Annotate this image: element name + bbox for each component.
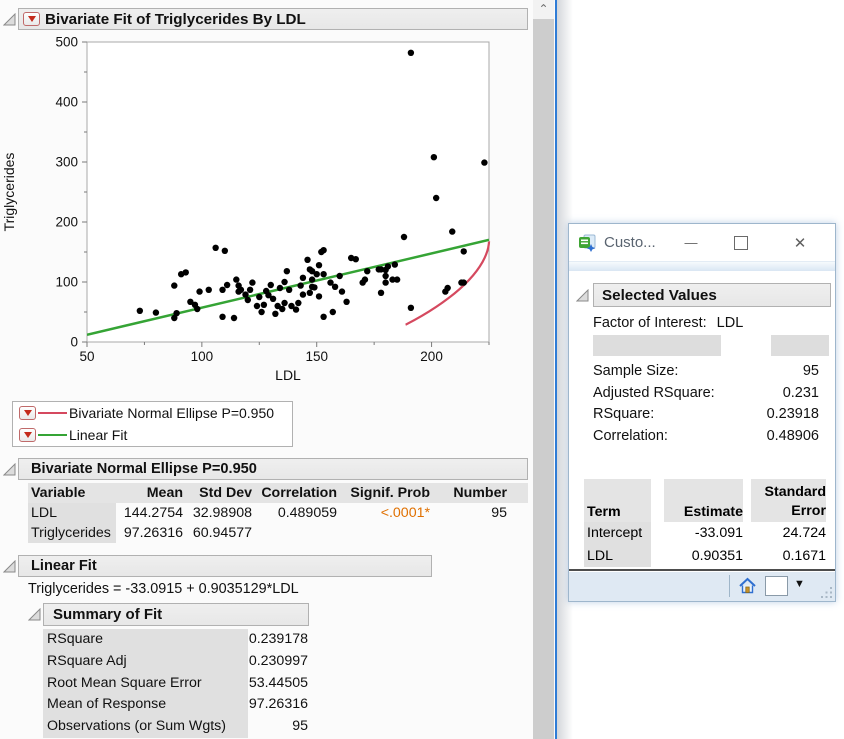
summary-of-fit-table: RSquare 0.239178 RSquare Adj 0.230997 Ro…	[43, 629, 308, 738]
close-icon: ✕	[794, 234, 807, 252]
legend-row-linear: Linear Fit	[13, 424, 292, 446]
table-row: LDL 0.90351 0.1671	[584, 545, 826, 568]
resize-grip[interactable]	[821, 587, 833, 599]
empty-header-cell	[593, 335, 721, 356]
svg-text:50: 50	[79, 349, 94, 364]
maximize-icon	[734, 236, 748, 250]
table-row: Intercept -33.091 24.724	[584, 522, 826, 545]
jmp-app-icon	[578, 234, 596, 252]
swatch-dropdown-caret[interactable]: ▼	[794, 578, 805, 590]
scrollbar-thumb[interactable]	[533, 19, 554, 739]
red-triangle-icon	[24, 432, 32, 438]
linear-fit-section-bar[interactable]: Linear Fit	[18, 555, 432, 577]
maximize-button[interactable]	[724, 224, 758, 261]
col-header-signif-prob: Signif. Prob	[337, 483, 430, 503]
legend-label: Bivariate Normal Ellipse P=0.950	[69, 405, 274, 421]
disclosure-triangle-icon[interactable]	[576, 289, 589, 302]
ellipse-stats-table: Variable Mean Std Dev Correlation Signif…	[28, 483, 528, 543]
legend-label: Linear Fit	[69, 427, 127, 443]
window-title: Custo...	[604, 234, 656, 251]
swatch-button[interactable]	[765, 576, 788, 596]
svg-text:Triglycerides: Triglycerides	[1, 153, 17, 232]
factor-label: Factor of Interest:	[593, 315, 707, 331]
svg-text:100: 100	[55, 275, 78, 290]
disclosure-triangle-icon[interactable]	[28, 608, 41, 621]
svg-text:300: 300	[55, 155, 78, 170]
term-table-header: Term Estimate Standard Error	[584, 479, 826, 522]
svg-text:400: 400	[55, 95, 78, 110]
term-table: Term Estimate Standard Error Intercept -…	[584, 479, 826, 567]
bivariate-scatter-plot[interactable]: 0 100 200 300 400 500 50 100 150 200 LDL Triglyceri…	[0, 32, 533, 404]
svg-text:200: 200	[420, 349, 443, 364]
red-triangle-menu-button[interactable]	[19, 406, 36, 420]
factor-of-interest-row: Factor of Interest: LDL	[593, 315, 743, 331]
vertical-scrollbar[interactable]: ⌃	[533, 0, 554, 739]
table-row: Observations (or Sum Wgts) 95	[43, 716, 308, 738]
col-header-variable: Variable	[28, 483, 116, 503]
table-row: RSquare Adj 0.230997	[43, 651, 308, 673]
selected-values-stats: Sample Size:95 Adjusted RSquare:0.231 RS…	[593, 360, 819, 447]
customization-window: Custo... — ✕ Selected Values Factor of I…	[568, 223, 836, 602]
minimize-icon: —	[685, 235, 698, 250]
svg-text:200: 200	[55, 215, 78, 230]
close-button[interactable]: ✕	[783, 224, 817, 261]
svg-text:0: 0	[70, 335, 78, 350]
fit-equation: Triglycerides = -33.0915 + 0.9035129*LDL	[28, 581, 299, 597]
ellipse-section-title: Bivariate Normal Ellipse P=0.950	[31, 461, 257, 477]
table-row: LDL 144.2754 32.98908 0.489059 <.0001* 9…	[28, 503, 528, 523]
home-icon[interactable]	[738, 577, 757, 595]
table-row: Triglycerides 97.26316 60.94577	[28, 523, 528, 543]
disclosure-triangle-icon[interactable]	[3, 560, 16, 573]
col-header-standard-error: Standard Error	[751, 479, 826, 522]
linear-fit-title: Linear Fit	[31, 558, 97, 574]
col-header-term: Term	[584, 479, 651, 522]
ellipse-section-bar[interactable]: Bivariate Normal Ellipse P=0.950	[18, 458, 528, 480]
stat-row: Sample Size:95	[593, 360, 819, 382]
table-row: RSquare 0.239178	[43, 629, 308, 651]
col-header-estimate: Estimate	[664, 479, 743, 522]
svg-text:500: 500	[55, 35, 78, 50]
scroll-up-icon[interactable]: ⌃	[533, 0, 554, 18]
summary-of-fit-title: Summary of Fit	[53, 606, 162, 623]
factor-value: LDL	[717, 315, 744, 331]
minimize-button[interactable]: —	[674, 224, 708, 261]
svg-text:100: 100	[191, 349, 214, 364]
window-status-bar: ▼	[569, 569, 835, 601]
svg-text:LDL: LDL	[275, 367, 301, 383]
stat-row: Adjusted RSquare:0.231	[593, 382, 819, 404]
titlebar-accent-strip	[569, 261, 835, 271]
disclosure-triangle-icon[interactable]	[3, 13, 16, 26]
stat-row: Correlation:0.48906	[593, 425, 819, 447]
fit-legend: Bivariate Normal Ellipse P=0.950 Linear …	[12, 401, 293, 447]
selected-values-bar[interactable]: Selected Values	[593, 283, 831, 307]
red-triangle-menu-button[interactable]	[19, 428, 36, 442]
report-pane: Bivariate Fit of Triglycerides By LDL 0 1…	[0, 0, 556, 739]
stat-row: RSquare:0.23918	[593, 403, 819, 425]
summary-of-fit-bar[interactable]: Summary of Fit	[43, 603, 309, 626]
red-triangle-icon	[24, 410, 32, 416]
legend-row-ellipse: Bivariate Normal Ellipse P=0.950	[13, 402, 292, 424]
empty-header-cell	[771, 335, 829, 356]
selected-values-title: Selected Values	[602, 287, 717, 304]
svg-text:150: 150	[305, 349, 328, 364]
col-header-number: Number	[430, 483, 507, 503]
main-outline-bar: Bivariate Fit of Triglycerides By LDL	[18, 8, 528, 30]
col-header-mean: Mean	[116, 483, 183, 503]
linear-fit-line-sample	[38, 434, 67, 436]
red-triangle-icon	[28, 16, 36, 22]
disclosure-triangle-icon[interactable]	[3, 463, 16, 476]
red-triangle-menu-button[interactable]	[23, 12, 40, 26]
status-divider	[729, 575, 730, 597]
table-row: Mean of Response 97.26316	[43, 694, 308, 716]
signif-prob-value: <.0001*	[337, 503, 430, 523]
col-header-stddev: Std Dev	[183, 483, 252, 503]
ellipse-line-sample	[38, 412, 67, 414]
col-header-correlation: Correlation	[252, 483, 337, 503]
table-row: Root Mean Square Error 53.44505	[43, 673, 308, 695]
table-header-row: Variable Mean Std Dev Correlation Signif…	[28, 483, 528, 503]
report-title: Bivariate Fit of Triglycerides By LDL	[45, 11, 306, 28]
